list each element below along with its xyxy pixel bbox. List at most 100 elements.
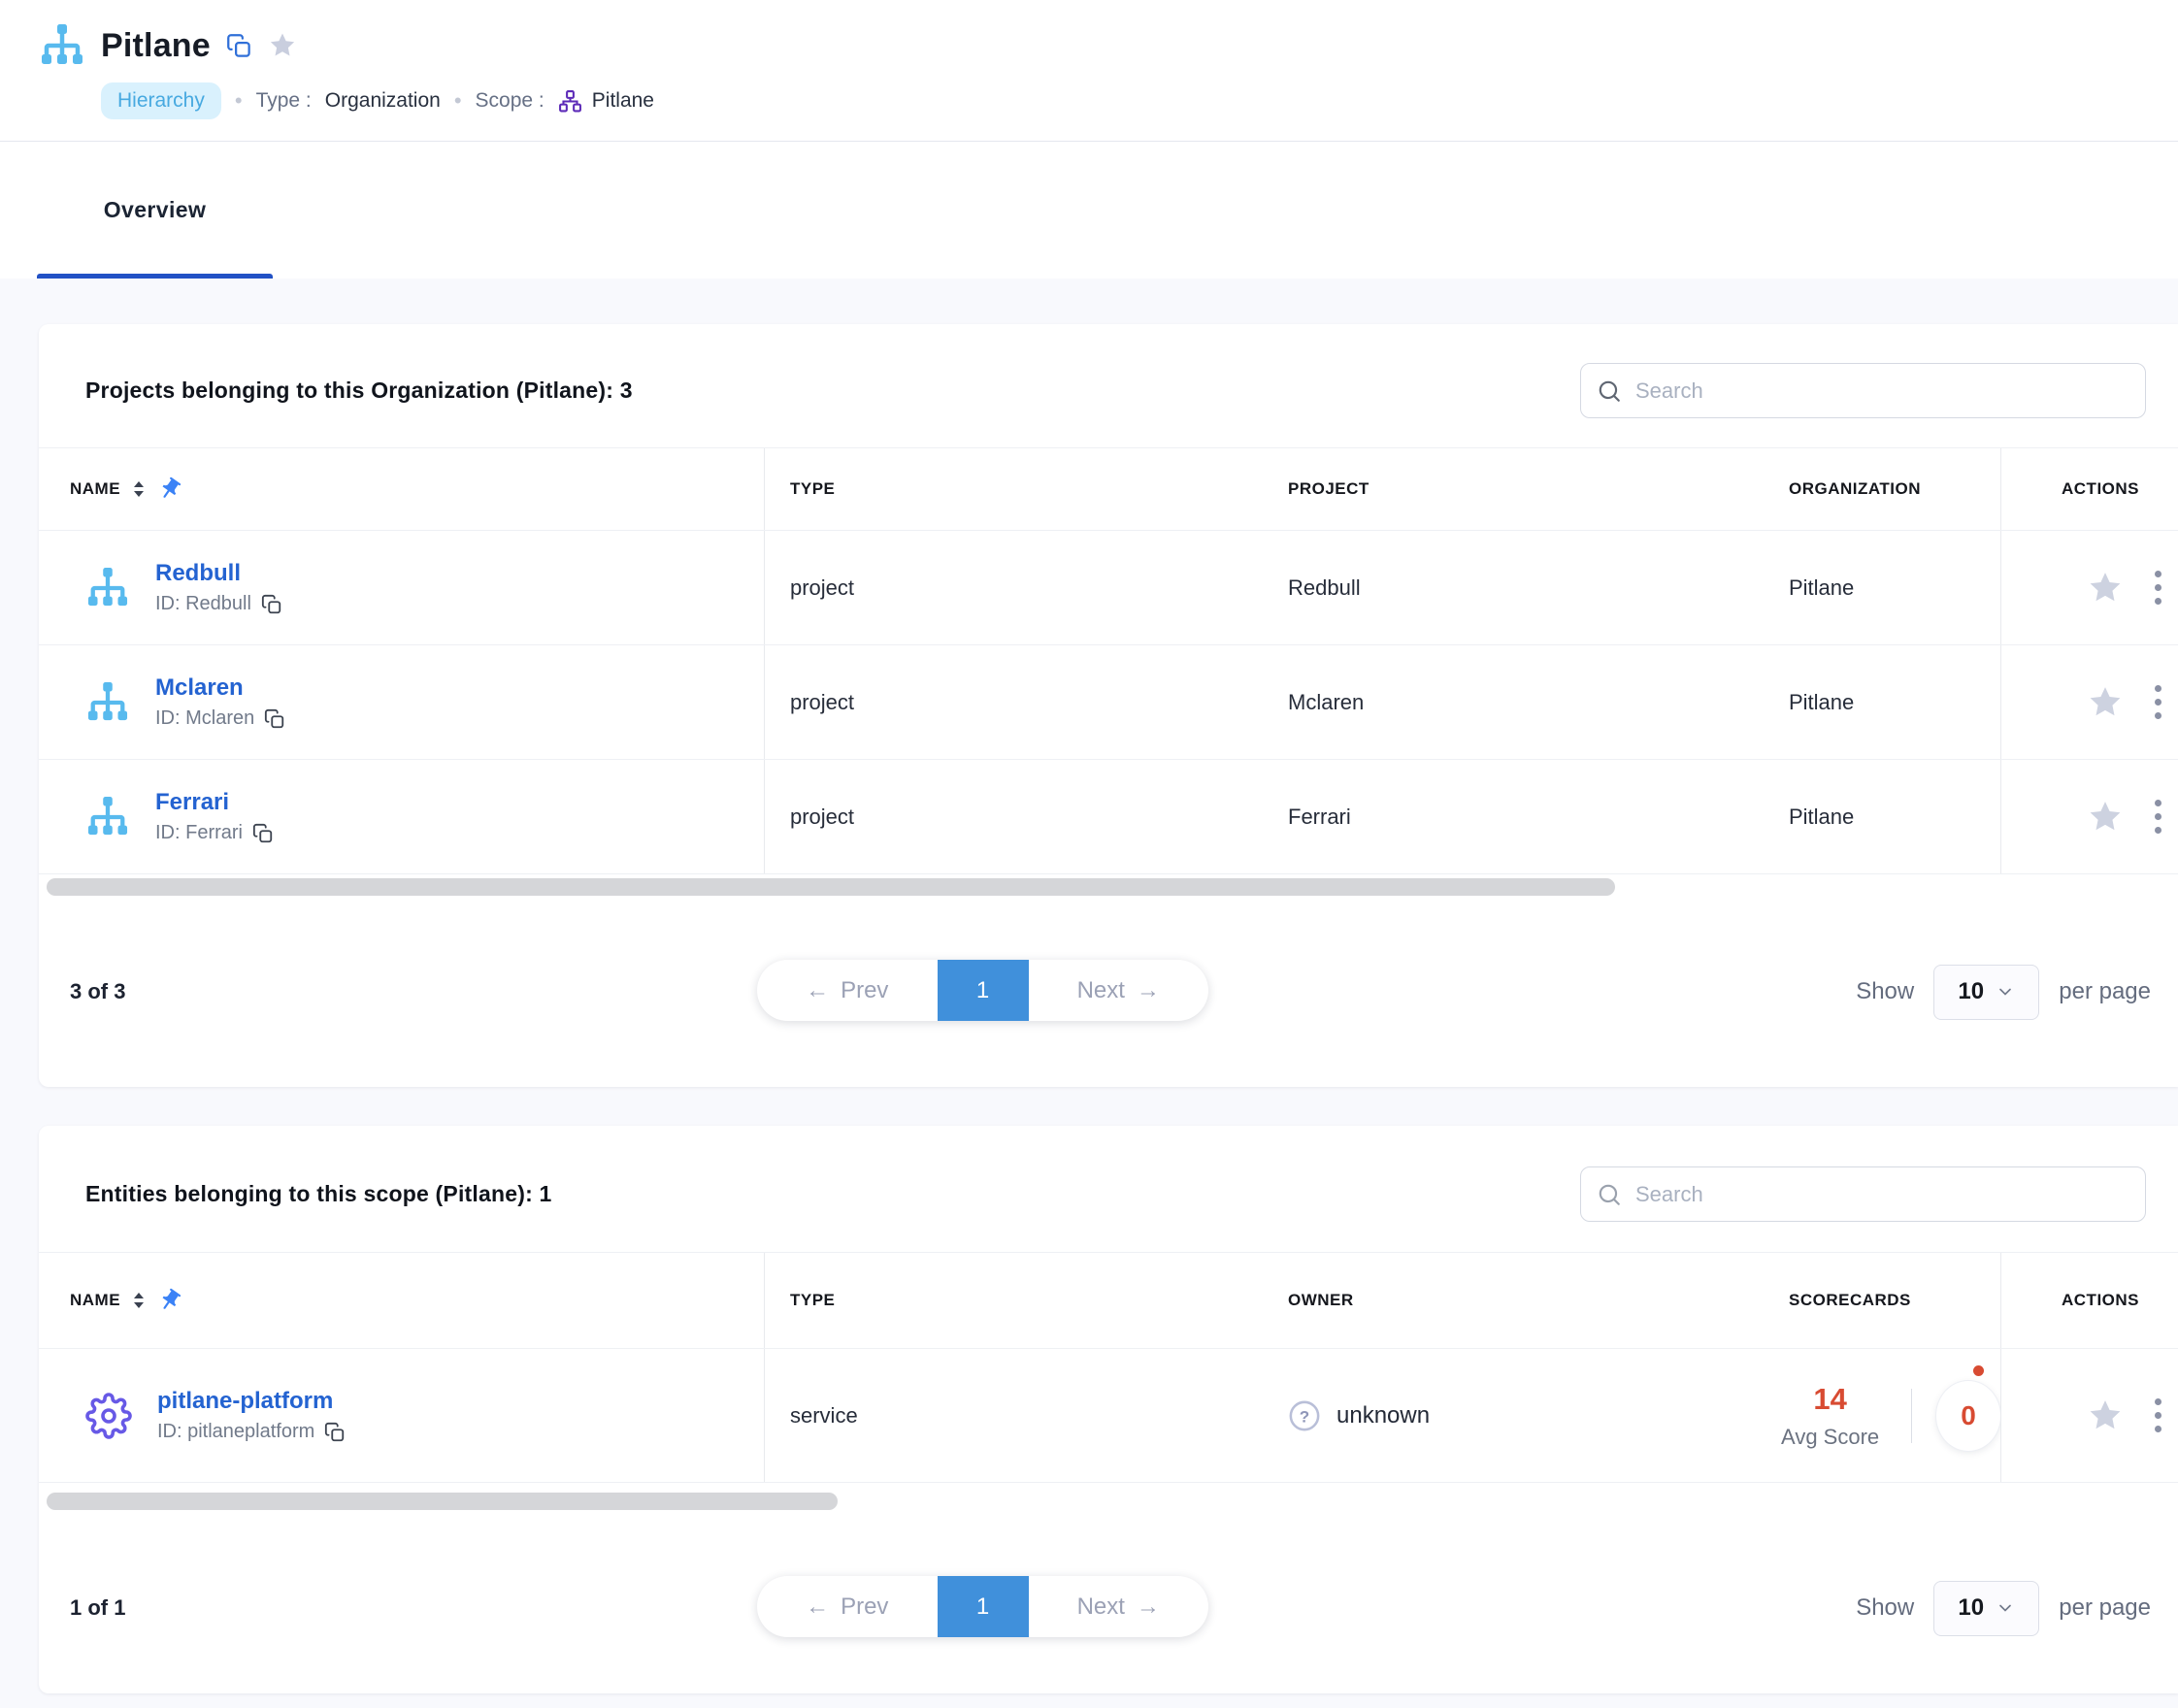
- pin-column-icon[interactable]: [157, 1288, 182, 1313]
- horizontal-scrollbar[interactable]: [47, 878, 2178, 896]
- entities-table-header: NAME TYPE OWNER SCORECARDS ACTIONS: [39, 1252, 2178, 1349]
- copy-id-icon[interactable]: [324, 1422, 346, 1443]
- prev-page-button[interactable]: ← Prev: [757, 960, 938, 1021]
- projects-search: [1580, 363, 2146, 418]
- per-page-label: per page: [2059, 1594, 2151, 1622]
- row-star-icon[interactable]: [2087, 799, 2124, 836]
- row-menu-kebab-icon[interactable]: [2151, 796, 2165, 838]
- next-page-button[interactable]: Next →: [1029, 1576, 1209, 1637]
- search-input[interactable]: [1635, 378, 2129, 404]
- search-icon: [1597, 378, 1622, 404]
- row-star-icon[interactable]: [2087, 684, 2124, 721]
- scorecard-level-badge[interactable]: 0: [1936, 1381, 2000, 1451]
- cell-type: project: [764, 760, 1263, 873]
- scope-value: Pitlane: [592, 89, 654, 113]
- project-id: ID: Redbull: [155, 593, 251, 615]
- page-size-select[interactable]: 10: [1933, 965, 2039, 1020]
- project-name-link[interactable]: Ferrari: [155, 789, 274, 816]
- current-page-button[interactable]: 1: [938, 960, 1029, 1021]
- prev-page-button[interactable]: ← Prev: [757, 1576, 938, 1637]
- cell-scorecards: 14 Avg Score 0: [1764, 1349, 2000, 1482]
- cell-owner: unknown: [1336, 1402, 1430, 1429]
- copy-id-icon[interactable]: [264, 708, 285, 730]
- prev-arrow-icon: ←: [806, 977, 829, 1004]
- column-actions: ACTIONS: [2000, 448, 2178, 530]
- table-row-pitlane-platform: pitlane-platform ID: pitlaneplatform ser…: [39, 1349, 2178, 1483]
- project-id: ID: Mclaren: [155, 707, 254, 730]
- pin-column-icon[interactable]: [157, 476, 182, 502]
- page-size-select[interactable]: 10: [1933, 1581, 2039, 1636]
- prev-arrow-icon: ←: [806, 1593, 829, 1621]
- entity-name-link[interactable]: pitlane-platform: [157, 1388, 346, 1415]
- cell-project: Mclaren: [1263, 690, 1764, 715]
- row-star-icon[interactable]: [2087, 1397, 2124, 1434]
- projects-pagination: 3 of 3 ← Prev 1 Next → Show 10 per page: [39, 960, 2178, 1024]
- separator-dot: •: [454, 88, 462, 114]
- entities-card-title: Entities belonging to this scope (Pitlan…: [85, 1181, 552, 1207]
- search-input[interactable]: [1635, 1182, 2129, 1207]
- entities-search: [1580, 1166, 2146, 1222]
- column-actions: ACTIONS: [2000, 1253, 2178, 1348]
- chevron-down-icon: [1996, 1598, 2015, 1618]
- svg-text:?: ?: [1300, 1407, 1309, 1426]
- column-scorecards: SCORECARDS: [1764, 1291, 2000, 1310]
- project-id: ID: Ferrari: [155, 822, 243, 844]
- cell-type: project: [764, 645, 1263, 759]
- project-name-link[interactable]: Mclaren: [155, 674, 285, 702]
- hierarchy-icon: [85, 797, 130, 838]
- current-page-button[interactable]: 1: [938, 1576, 1029, 1637]
- entities-pagination: 1 of 1 ← Prev 1 Next → Show 10 per page: [39, 1576, 2178, 1640]
- tab-overview[interactable]: Overview: [37, 142, 273, 279]
- copy-id-icon[interactable]: [261, 594, 282, 615]
- entity-id: ID: pitlaneplatform: [157, 1421, 314, 1443]
- row-menu-kebab-icon[interactable]: [2151, 567, 2165, 608]
- cell-organization: Pitlane: [1764, 805, 2000, 830]
- scorecard-progress-dot: [1973, 1365, 1984, 1376]
- hierarchy-badge: Hierarchy: [101, 82, 221, 119]
- row-menu-kebab-icon[interactable]: [2151, 1395, 2165, 1436]
- cell-project: Redbull: [1263, 575, 1764, 601]
- scope-label: Scope :: [476, 89, 544, 113]
- per-page-label: per page: [2059, 978, 2151, 1005]
- row-menu-kebab-icon[interactable]: [2151, 681, 2165, 723]
- hierarchy-icon: [39, 24, 85, 67]
- service-gear-icon: [85, 1393, 132, 1439]
- horizontal-scrollbar[interactable]: [47, 1493, 2178, 1510]
- cell-organization: Pitlane: [1764, 690, 2000, 715]
- sort-icon[interactable]: [132, 1291, 146, 1310]
- type-value: Organization: [325, 89, 441, 113]
- copy-id-icon[interactable]: [252, 823, 274, 844]
- projects-card-title: Projects belonging to this Organization …: [85, 378, 633, 404]
- page-title: Pitlane: [101, 27, 211, 65]
- chevron-down-icon: [1996, 982, 2015, 1002]
- pagination-pill: ← Prev 1 Next →: [757, 1576, 1208, 1637]
- row-star-icon[interactable]: [2087, 570, 2124, 607]
- column-name: NAME: [70, 479, 120, 499]
- row-count: 3 of 3: [70, 979, 125, 1004]
- project-name-link[interactable]: Redbull: [155, 560, 282, 587]
- next-arrow-icon: →: [1137, 977, 1160, 1004]
- entity-meta: Hierarchy • Type : Organization • Scope …: [101, 82, 2139, 120]
- active-tab-underline: [37, 274, 273, 279]
- hierarchy-icon: [85, 568, 130, 608]
- column-type: TYPE: [764, 1253, 1263, 1348]
- next-page-button[interactable]: Next →: [1029, 960, 1209, 1021]
- show-label: Show: [1856, 978, 1914, 1005]
- next-arrow-icon: →: [1137, 1593, 1160, 1621]
- hierarchy-icon: [85, 682, 130, 723]
- table-row-redbull: Redbull ID: Redbull project Redbull Pitl…: [39, 531, 2178, 645]
- favorite-star-icon[interactable]: [268, 31, 297, 60]
- entities-card: Entities belonging to this scope (Pitlan…: [39, 1126, 2178, 1693]
- column-project: PROJECT: [1263, 479, 1764, 499]
- copy-title-button[interactable]: [226, 33, 252, 59]
- scrollbar-thumb[interactable]: [47, 1493, 838, 1510]
- cell-organization: Pitlane: [1764, 575, 2000, 601]
- type-label: Type :: [256, 89, 312, 113]
- cell-type: project: [764, 531, 1263, 644]
- sort-icon[interactable]: [132, 479, 146, 499]
- scrollbar-thumb[interactable]: [47, 878, 1615, 896]
- column-organization: ORGANIZATION: [1764, 479, 2000, 499]
- pagination-pill: ← Prev 1 Next →: [757, 960, 1208, 1021]
- avg-score-label: Avg Score: [1764, 1425, 1897, 1450]
- row-count: 1 of 1: [70, 1595, 125, 1621]
